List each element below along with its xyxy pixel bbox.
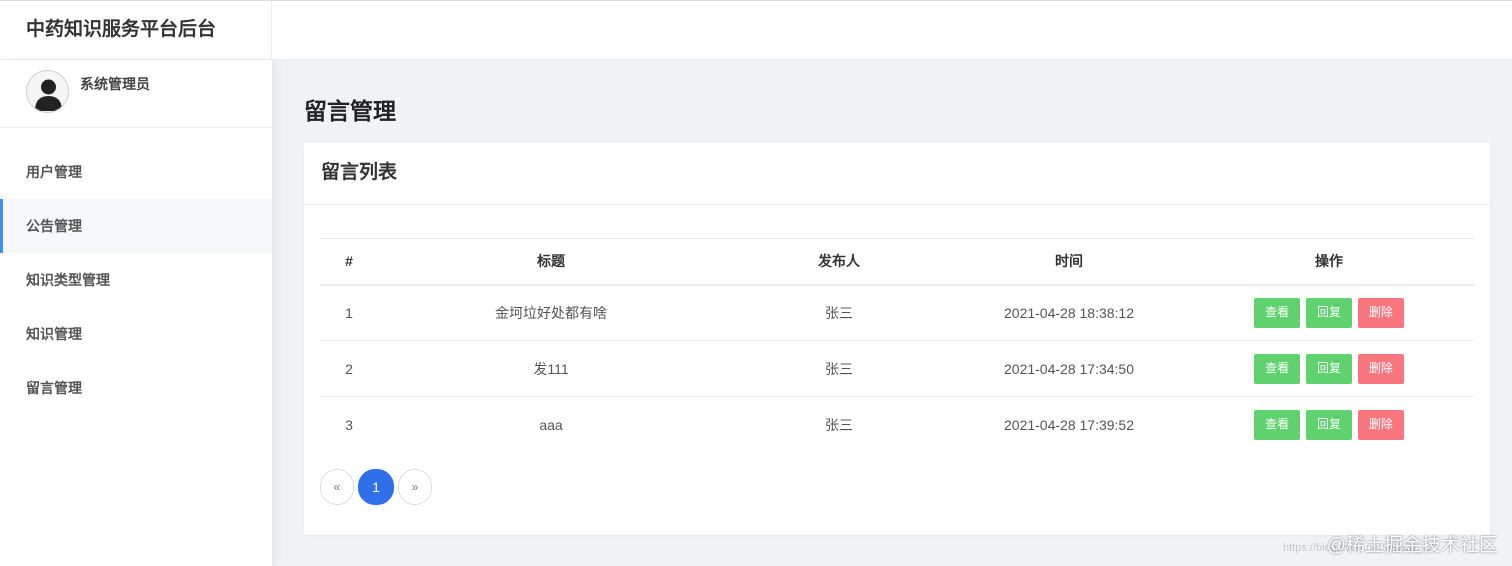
column-header-id: # [320, 238, 378, 286]
sidebar-item-messages[interactable]: 留言管理 [0, 361, 272, 415]
watermark: @稀土掘金技术社区 [1326, 535, 1498, 556]
reply-button[interactable]: 回复 [1306, 409, 1352, 440]
cell-title: aaa [539, 416, 563, 433]
cell-time: 2021-04-28 18:38:12 [954, 284, 1184, 341]
delete-button[interactable]: 删除 [1357, 409, 1404, 440]
cell-actions: 查看 回复 删除 [1184, 397, 1474, 453]
column-header-title: 标题 [378, 238, 724, 286]
cell-author: 张三 [724, 284, 954, 341]
view-button[interactable]: 查看 [1254, 409, 1301, 440]
sidebar-menu: 用户管理 公告管理 知识类型管理 知识管理 留言管理 [0, 145, 272, 415]
sidebar-item-announcements[interactable]: 公告管理 [0, 199, 272, 253]
cell-time: 2021-04-28 17:34:50 [954, 340, 1184, 397]
column-header-actions: 操作 [1184, 238, 1474, 286]
cell-title: 发111 [378, 340, 724, 397]
cell-id: 1 [320, 284, 378, 341]
reply-button[interactable]: 回复 [1306, 297, 1352, 328]
cell-actions: 查看 回复 删除 [1184, 284, 1474, 341]
sidebar-item-label: 用户管理 [26, 164, 82, 180]
cell-title: 金坷垃好处都有啥 [378, 284, 724, 341]
view-button[interactable]: 查看 [1254, 297, 1301, 328]
username: 系统管理员 [80, 76, 150, 92]
top-bar: 中药知识服务平台后台 [0, 0, 1512, 60]
sidebar: 系统管理员 用户管理 公告管理 知识类型管理 知识管理 留言管理 [0, 60, 272, 566]
delete-button[interactable]: 删除 [1357, 353, 1404, 384]
cell-id: 2 [320, 340, 378, 397]
next-page-button[interactable]: » [398, 469, 432, 505]
user-avatar-icon[interactable] [26, 70, 69, 113]
sidebar-item-label: 留言管理 [26, 380, 82, 396]
sidebar-item-label: 知识类型管理 [26, 272, 110, 288]
page-1-button[interactable]: 1 [358, 469, 394, 505]
cell-id: 3 [345, 416, 353, 433]
column-header-author: 发布人 [724, 238, 954, 286]
table-row: 2 发111 张三 2021-04-28 17:34:50 查看 回复 删除 [320, 340, 1474, 397]
app-title: 中药知识服务平台后台 [0, 1, 272, 60]
sidebar-item-label: 知识管理 [26, 326, 82, 342]
cell-author: 张三 [825, 416, 853, 433]
prev-page-button[interactable]: « [320, 469, 354, 505]
pagination: « 1 » [320, 469, 432, 505]
delete-button[interactable]: 删除 [1357, 297, 1404, 328]
user-panel: 系统管理员 [0, 60, 272, 128]
sidebar-item-knowledge[interactable]: 知识管理 [0, 307, 272, 361]
message-list-card: 留言列表 # 标题 发布人 时间 操作 1 金坷垃好处都有啥 张三 2021-0… [304, 143, 1490, 535]
sidebar-item-knowledge-types[interactable]: 知识类型管理 [0, 253, 272, 307]
table-row: 1 金坷垃好处都有啥 张三 2021-04-28 18:38:12 查看 回复 … [320, 284, 1474, 341]
reply-button[interactable]: 回复 [1306, 353, 1352, 384]
view-button[interactable]: 查看 [1254, 353, 1301, 384]
message-table: # 标题 发布人 时间 操作 1 金坷垃好处都有啥 张三 2021-04-28 … [320, 238, 1474, 453]
column-header-time: 时间 [954, 238, 1184, 286]
sidebar-item-users[interactable]: 用户管理 [0, 145, 272, 199]
table-row: 3 aaa 张三 2021-04-28 17:39:52 查看 回复 删除 [320, 397, 1474, 453]
card-title: 留言列表 [304, 143, 1490, 205]
page-title: 留言管理 [304, 98, 396, 124]
cell-author: 张三 [724, 340, 954, 397]
cell-actions: 查看 回复 删除 [1184, 340, 1474, 397]
sidebar-item-label: 公告管理 [26, 218, 82, 234]
table-header-row: # 标题 发布人 时间 操作 [320, 238, 1474, 286]
cell-time: 2021-04-28 17:39:52 [1004, 416, 1134, 433]
